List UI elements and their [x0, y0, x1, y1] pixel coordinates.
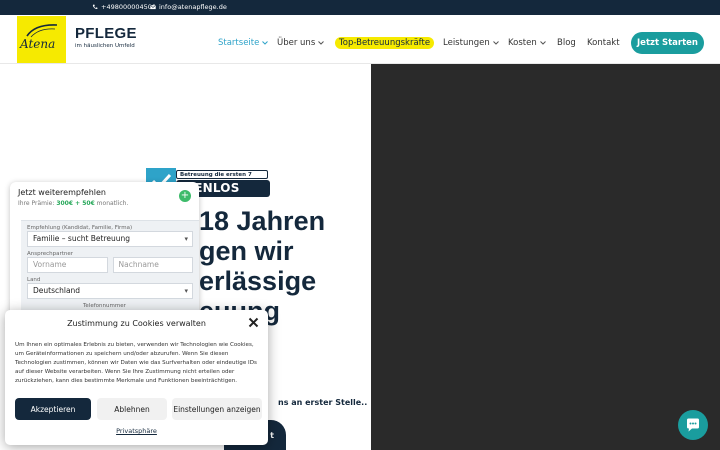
chevron-down-icon — [539, 41, 546, 45]
nav-item-label: Kosten — [508, 38, 537, 48]
nav-item-startseite[interactable]: Startseite — [218, 38, 269, 48]
nav-item-label: Top-Betreuungskräfte — [339, 38, 431, 48]
nav-item-label: Leistungen — [443, 38, 490, 48]
phone-label: Telefonnummer — [83, 303, 126, 309]
chat-button[interactable] — [678, 410, 708, 440]
nav-item-label: Startseite — [218, 38, 260, 48]
hero-subline: ns an erster Stelle.. — [278, 398, 368, 407]
headline-line: gen wir — [199, 236, 294, 266]
cookie-title: Zustimmung zu Cookies verwalten — [67, 319, 206, 328]
premium-value: 300€ + 50€ — [56, 200, 95, 207]
headline-line: erlässige — [199, 266, 317, 296]
referral-header[interactable]: Jetzt weiterempfehlen Ihre Prämie: 300€ … — [10, 182, 199, 213]
nav-item-leistungen[interactable]: Leistungen — [443, 38, 499, 48]
chevron-down-icon — [262, 41, 269, 45]
cookie-consent-dialog: Zustimmung zu Cookies verwalten Um Ihnen… — [5, 310, 268, 445]
close-icon[interactable] — [248, 317, 259, 328]
chevron-down-icon — [492, 41, 499, 45]
nav-item-label: Blog — [557, 38, 576, 48]
phone-icon — [92, 4, 98, 9]
nav-item-kosten[interactable]: Kosten — [508, 38, 546, 48]
chat-icon — [687, 418, 699, 432]
referral-title: Jetzt weiterempfehlen — [18, 188, 106, 197]
nav-item-blog[interactable]: Blog — [557, 38, 576, 48]
top-bar: +498000004500 info@atenapflege.de — [0, 0, 720, 15]
expand-plus-icon[interactable]: + — [179, 190, 191, 202]
mail-icon — [150, 4, 156, 10]
premium-suffix: monatlich. — [96, 200, 129, 207]
deny-button[interactable]: Ablehnen — [97, 398, 167, 420]
recommendation-select[interactable]: Familie – sucht Betreuung — [27, 231, 193, 247]
accept-button[interactable]: Akzeptieren — [15, 398, 91, 420]
headline-line: 18 Jahren — [199, 206, 326, 236]
email-link[interactable]: info@atenapflege.de — [150, 3, 227, 11]
email-address: info@atenapflege.de — [159, 3, 227, 11]
nav-item-kontakt[interactable]: Kontakt — [587, 38, 620, 48]
country-select[interactable]: Deutschland — [27, 283, 193, 299]
premium-prefix: Ihre Prämie: — [18, 200, 55, 207]
nav-item-label: Über uns — [277, 38, 316, 48]
cookie-text: Um Ihnen ein optimales Erlebnis zu biete… — [15, 342, 257, 384]
site-header: Atena PFLEGE im häuslichen Umfeld Starts… — [0, 15, 720, 64]
badge-top-text: Betreuung die ersten 7 Tage — [176, 170, 268, 186]
nav-item-ueber-uns[interactable]: Über uns — [277, 38, 325, 48]
chevron-down-icon — [318, 41, 325, 45]
phone-link[interactable]: +498000004500 — [92, 3, 156, 11]
phone-number: +498000004500 — [101, 3, 157, 11]
privacy-link[interactable]: Privatsphäre — [5, 427, 268, 435]
settings-button[interactable]: Einstellungen anzeigen — [172, 398, 262, 420]
referral-premium: Ihre Prämie: 300€ + 50€ monatlich. — [18, 200, 191, 207]
logo-swoosh-icon — [26, 24, 58, 38]
nav-item-label: Kontakt — [587, 38, 620, 48]
nav-item-top-betreuungskraefte[interactable]: Top-Betreuungskräfte — [335, 37, 435, 49]
main-nav: Startseite Über uns Top-Betreuungskräfte… — [0, 37, 720, 50]
jetzt-starten-button[interactable]: Jetzt Starten — [631, 32, 704, 54]
firstname-input[interactable]: Vorname — [27, 257, 108, 273]
lastname-input[interactable]: Nachname — [112, 257, 193, 273]
hero-video-area — [371, 64, 720, 450]
